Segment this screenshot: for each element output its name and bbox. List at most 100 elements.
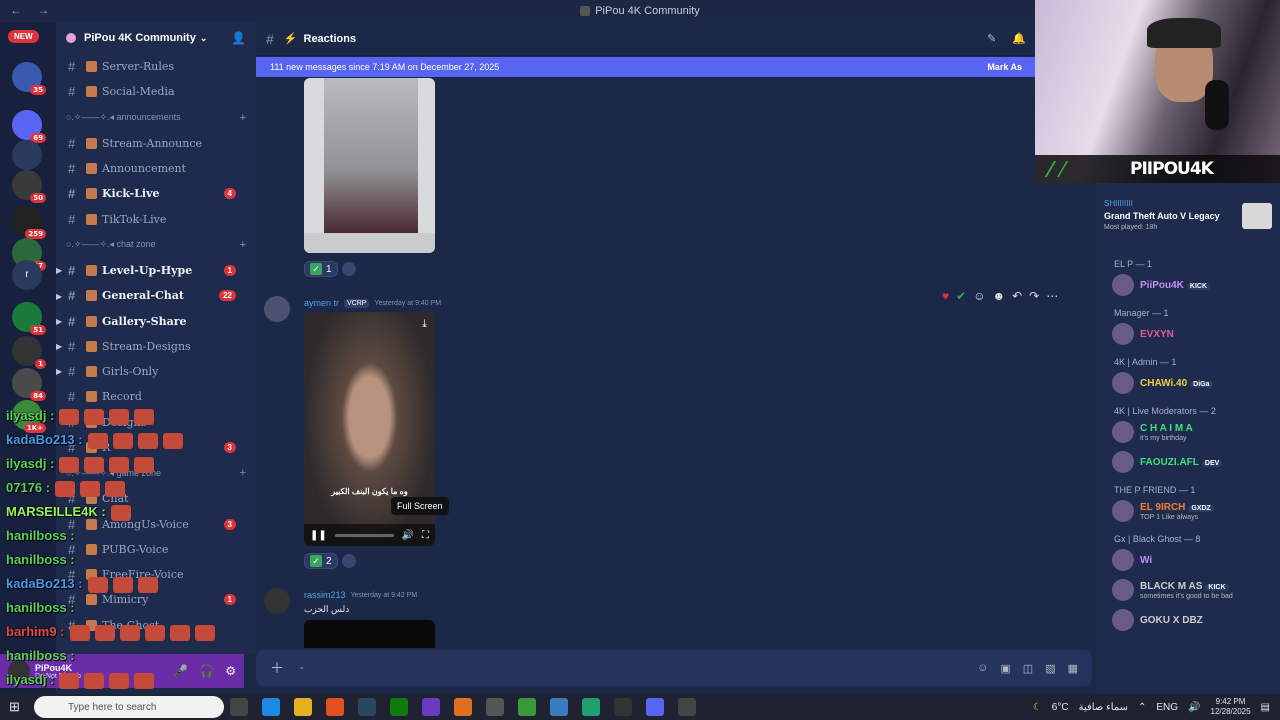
task-view-icon[interactable] (230, 698, 248, 716)
channel-category[interactable]: ○.✧——✧.◂ chat zone + (56, 232, 256, 258)
discord-icon[interactable] (646, 698, 664, 716)
laugh-icon[interactable]: ☺ (973, 289, 985, 303)
server-icon[interactable]: 69 (12, 110, 46, 143)
add-reaction-icon[interactable]: ☻ (992, 289, 1005, 303)
channel-girls-only[interactable]: ▶ # Girls-Only (56, 359, 256, 384)
message-composer[interactable]: ＋ - ☺ ▣ ◫ ▧ ▦ (256, 650, 1092, 686)
weather-icon[interactable]: ☾ (1033, 702, 1042, 713)
server-icon[interactable]: 1 (12, 336, 46, 369)
channel-stream-designs[interactable]: ▶ # Stream-Designs (56, 334, 256, 359)
expand-arrow-icon[interactable]: ▶ (56, 291, 62, 301)
headset-icon[interactable]: 🎧 (199, 664, 214, 678)
server-icon[interactable] (12, 140, 42, 170)
gif-icon[interactable]: ▣ (1000, 662, 1010, 675)
app-icon[interactable] (422, 698, 440, 716)
guild-header[interactable]: PiPou 4K Community ⌄ 👤 (56, 22, 256, 54)
tray-chevron-icon[interactable]: ⌃ (1138, 702, 1146, 713)
explorer-icon[interactable] (294, 698, 312, 716)
member-item[interactable]: Wi (1112, 547, 1276, 573)
edge-icon[interactable] (262, 698, 280, 716)
member-item[interactable]: CHAWi.40 DiGa (1112, 370, 1276, 396)
threads-icon[interactable]: ✎ (987, 32, 996, 45)
member-item[interactable]: EL 9IRCH GXDZ TOP 1 Like always (1112, 498, 1276, 524)
forward-icon[interactable]: ↷ (1029, 289, 1039, 303)
video-controls[interactable] (304, 233, 435, 253)
video-progress[interactable] (334, 533, 394, 537)
heart-icon[interactable]: ♥ (942, 289, 949, 303)
app-icon[interactable] (550, 698, 568, 716)
apps-icon[interactable]: ▦ (1068, 662, 1078, 675)
channel-general-chat[interactable]: ▶ # General-Chat 22 (56, 283, 256, 308)
image-icon[interactable]: ▧ (1045, 662, 1055, 675)
app-icon[interactable] (454, 698, 472, 716)
add-member-icon[interactable]: 👤 (231, 31, 246, 45)
app-icon[interactable] (518, 698, 536, 716)
volume-icon[interactable]: 🔊 (1188, 702, 1200, 713)
taskbar-search[interactable]: Type here to search (34, 696, 224, 718)
server-icon[interactable]: 259 (12, 206, 46, 239)
reply-icon[interactable]: ↶ (1012, 289, 1022, 303)
check-icon[interactable]: ✔ (956, 289, 966, 303)
server-icon[interactable]: 50 (12, 170, 46, 203)
activity-card[interactable]: SHIIIIIIII Grand Theft Auto V Legacy Mos… (1104, 199, 1272, 231)
channel-pubg-voice[interactable]: # PUBG-Voice (56, 537, 256, 562)
settings-icon[interactable] (486, 698, 504, 716)
pause-icon[interactable]: ❚❚ (310, 530, 327, 541)
language-indicator[interactable]: ENG (1156, 702, 1178, 713)
expand-arrow-icon[interactable]: ▶ (56, 367, 62, 376)
new-badge[interactable]: NEW (8, 30, 39, 43)
add-reaction-icon[interactable] (341, 554, 356, 568)
channel-tiktok-live[interactable]: # TikTok-Live (56, 206, 256, 231)
add-channel-icon[interactable]: + (240, 112, 246, 124)
member-item[interactable]: PiiPou4K KICK (1112, 272, 1276, 298)
reaction-check[interactable]: ✓ 2 (304, 553, 338, 569)
member-item[interactable]: C H A I M Ait's my birthday (1112, 419, 1276, 445)
settings-gear-icon[interactable]: ⚙ (225, 664, 236, 678)
server-icon[interactable]: 35 (12, 62, 46, 95)
composer-input[interactable]: - (300, 662, 304, 674)
nav-arrows[interactable]: ← → (10, 3, 55, 17)
download-icon[interactable]: ⤓ (422, 318, 427, 331)
reaction-check[interactable]: ✓ 1 (304, 261, 338, 277)
app-icon[interactable] (582, 698, 600, 716)
avatar[interactable] (264, 588, 290, 614)
avatar[interactable] (264, 296, 290, 322)
member-item[interactable]: GOKU X DBZ (1112, 607, 1276, 633)
server-letter-icon[interactable]: r (12, 260, 42, 290)
volume-icon[interactable]: 🔊 (402, 530, 414, 541)
clock[interactable]: 9:42 PM 12/28/2025 (1211, 697, 1251, 717)
video-attachment[interactable] (304, 620, 435, 648)
expand-arrow-icon[interactable]: ▶ (56, 342, 62, 351)
bell-icon[interactable]: 🔔 (1012, 32, 1026, 45)
channel-kick-live[interactable]: # Kick-Live 4 (56, 181, 256, 206)
channel-gallery-share[interactable]: ▶ # Gallery-Share (56, 308, 256, 333)
channel-level-up-hype[interactable]: ▶ # Level-Up-Hype 1 (56, 258, 256, 283)
channel-record[interactable]: # Record (56, 384, 256, 409)
app-icon[interactable] (678, 698, 696, 716)
message-author[interactable]: rassim213 (304, 590, 346, 600)
video-attachment[interactable] (304, 78, 435, 253)
windows-start-icon[interactable]: ⊞ (9, 699, 20, 715)
obs-icon[interactable] (614, 698, 632, 716)
steam-icon[interactable] (358, 698, 376, 716)
channel-social-media[interactable]: # Social-Media (56, 79, 256, 104)
server-icon[interactable]: 84 (12, 368, 46, 401)
fullscreen-icon[interactable]: ⛶ (422, 530, 429, 541)
emoji-icon[interactable]: ☺ (977, 662, 988, 675)
microphone-icon[interactable]: 🎤 (173, 664, 188, 678)
sticker-icon[interactable]: ◫ (1023, 662, 1033, 675)
new-messages-banner[interactable]: 111 new messages since 7:19 AM on Decemb… (256, 57, 1036, 77)
member-item[interactable]: FAOUZI.AFL DEV (1112, 449, 1276, 475)
notifications-icon[interactable]: ▤ (1261, 702, 1270, 713)
channel-stream-announce[interactable]: # Stream-Announce (56, 131, 256, 156)
server-icon[interactable]: 51 (12, 302, 46, 335)
add-attachment-icon[interactable]: ＋ (270, 658, 284, 678)
channel-category[interactable]: ○.✧——✧.◂ announcements + (56, 105, 256, 131)
member-item[interactable]: EVXYN (1112, 321, 1276, 347)
more-icon[interactable]: ⋯ (1046, 289, 1058, 303)
member-item[interactable]: BLACK M AS KICK sometimes it's good to be … (1112, 577, 1276, 603)
add-channel-icon[interactable]: + (240, 467, 246, 479)
channel-announcement[interactable]: # Announcement (56, 156, 256, 181)
add-channel-icon[interactable]: + (240, 239, 246, 251)
expand-arrow-icon[interactable]: ▶ (56, 265, 62, 275)
